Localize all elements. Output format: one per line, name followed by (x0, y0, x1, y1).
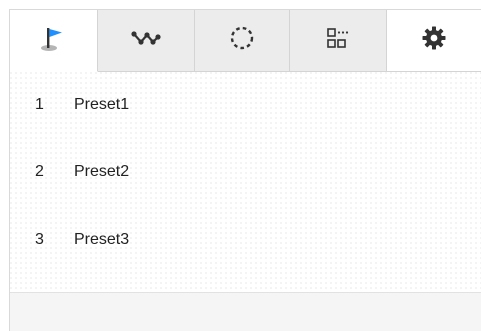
list-item[interactable]: 1 Preset1 (10, 74, 481, 136)
gear-icon (421, 25, 447, 56)
list-item[interactable]: 2 Preset2 (10, 141, 481, 203)
preset-number: 2 (35, 163, 44, 180)
grid-squares-icon (326, 26, 350, 55)
tab-settings[interactable] (387, 10, 481, 72)
list-footer (10, 292, 481, 331)
preset-number: 1 (35, 96, 44, 113)
zigzag-path-icon (131, 28, 161, 53)
tab-bar (10, 10, 481, 72)
ptz-panel: 1 Preset1 2 Preset2 3 Preset3 (9, 9, 481, 331)
preset-list: 1 Preset1 2 Preset2 3 Preset3 (10, 72, 481, 292)
preset-name: Preset2 (74, 163, 130, 180)
tab-pattern[interactable] (195, 10, 290, 72)
list-item[interactable]: 3 Preset3 (10, 209, 481, 271)
tab-tour[interactable] (98, 10, 195, 72)
preset-name: Preset3 (74, 231, 130, 248)
preset-number: 3 (35, 231, 44, 248)
flag-icon (40, 24, 68, 57)
tab-scan[interactable] (290, 10, 387, 72)
dotted-circle-icon (229, 25, 255, 56)
preset-name: Preset1 (74, 96, 130, 113)
tab-preset[interactable] (10, 10, 98, 72)
